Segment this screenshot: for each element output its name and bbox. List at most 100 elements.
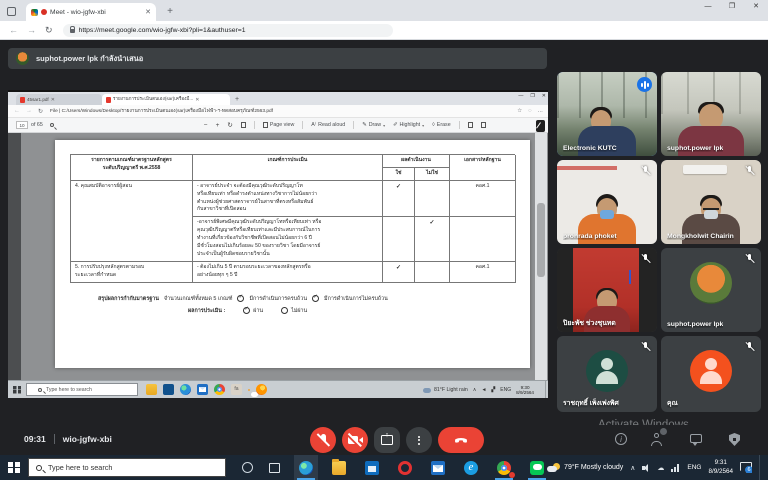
shared-screen[interactable]: 45sar1.pdf ✕ รายงานการประเมินตนเอง(sar)เ… [8, 90, 548, 398]
url-field[interactable]: https://meet.google.com/wio-jgfw-xbi?pli… [63, 24, 393, 37]
maximize-button[interactable]: ❐ [720, 0, 744, 14]
action-center-icon[interactable]: 6 [740, 462, 752, 473]
opera-taskbar-button[interactable] [393, 455, 417, 480]
browser-tab-meet[interactable]: Meet - wio-jgfw-xbi ✕ [26, 3, 156, 21]
inner-firefox-icon[interactable] [256, 384, 267, 395]
participant-tile[interactable]: suphot.power lpk [661, 248, 761, 332]
inner-show-desktop[interactable] [545, 380, 548, 398]
pdf-viewer[interactable]: รายการตามเกณฑ์มาตรฐานหลักสูตร ระดับปริญญ… [8, 133, 548, 382]
inner-favorites-icon[interactable]: ☆ [517, 108, 522, 114]
zoom-out-icon[interactable]: − [204, 122, 208, 129]
onedrive-icon[interactable]: ☁ [657, 464, 664, 472]
store-taskbar-button[interactable] [360, 455, 384, 480]
print-icon[interactable] [468, 122, 473, 128]
participant-tile[interactable]: Electronic KUTC [557, 72, 657, 156]
end-call-button[interactable] [438, 427, 484, 453]
inner-forward-icon[interactable]: → [26, 108, 32, 114]
pdf-scrollbar[interactable] [535, 133, 547, 382]
language-indicator[interactable]: ENG [687, 464, 701, 471]
mail-taskbar-button[interactable] [426, 455, 450, 480]
inner-menu-icon[interactable]: … [538, 108, 544, 114]
inner-url-text[interactable]: File | C:/Users/Windows/Desktop/รายงานกา… [50, 107, 430, 115]
pdf-sidebar-strip[interactable] [8, 133, 21, 382]
mic-toggle-button[interactable] [310, 427, 336, 453]
new-tab-button[interactable]: + [164, 6, 176, 18]
host-controls-button[interactable] [728, 433, 742, 447]
inner-app-icon[interactable]: fa [231, 384, 242, 395]
inner-start-button[interactable] [13, 386, 21, 394]
page-view-button[interactable]: Page view [263, 122, 294, 128]
chat-button[interactable] [690, 433, 704, 447]
read-aloud-button[interactable]: A⁾Read aloud [311, 122, 345, 128]
start-button[interactable] [8, 462, 20, 474]
line-taskbar-button[interactable] [525, 455, 549, 480]
network-icon[interactable] [671, 464, 680, 472]
taskbar-clock[interactable]: 9:318/9/2564 [708, 459, 733, 475]
inner-tab-1-close-icon[interactable]: ✕ [51, 97, 55, 103]
inner-maximize-button[interactable]: ❐ [530, 93, 534, 99]
more-options-button[interactable] [406, 427, 432, 453]
explorer-taskbar-button[interactable] [327, 455, 351, 480]
edge-taskbar-button[interactable] [294, 455, 318, 480]
inner-chrome-icon[interactable] [214, 384, 225, 395]
inner-line-active-highlight[interactable] [248, 389, 250, 391]
zoom-in-icon[interactable]: + [216, 122, 220, 129]
inner-search-box[interactable]: Type here to search [26, 383, 138, 396]
inner-explorer-icon[interactable] [146, 384, 157, 395]
close-button[interactable]: ✕ [744, 0, 768, 14]
forward-icon[interactable]: → [27, 25, 36, 35]
inner-tab-2-active[interactable]: รายงานการประเมินตนเอง(sar)เครื่องมื... ✕ [102, 94, 230, 105]
minimize-button[interactable]: — [696, 0, 720, 14]
inner-language-label[interactable]: ENG [500, 387, 511, 393]
ie-taskbar-button[interactable]: e [459, 455, 483, 480]
volume-icon[interactable] [642, 464, 650, 472]
inner-weather[interactable]: 81°F Light rain [423, 387, 468, 393]
inner-refresh-icon[interactable]: ↻ [38, 108, 43, 115]
page-number-field[interactable]: 10 [16, 121, 28, 129]
pen-tool-button[interactable] [536, 120, 545, 132]
scrollbar-thumb[interactable] [537, 203, 545, 278]
inner-tray-chevron-icon[interactable]: ∧ [473, 387, 477, 393]
task-view-button[interactable] [269, 463, 280, 473]
tab-search-icon[interactable] [7, 7, 16, 16]
rotate-icon[interactable]: ↻ [227, 121, 232, 129]
inner-edge-icon[interactable] [180, 384, 191, 395]
camera-toggle-button[interactable] [342, 427, 368, 453]
inner-close-button[interactable]: ✕ [542, 93, 546, 99]
inner-minimize-button[interactable]: — [518, 93, 523, 99]
participant-tile[interactable]: ปิยะพัช ช่วงชุนทด [557, 248, 657, 332]
draw-button[interactable]: ✎Draw▾ [362, 122, 385, 128]
inner-volume-icon[interactable]: ◄ [481, 387, 486, 393]
participant-tile[interactable]: คุณ [661, 336, 761, 412]
show-desktop-button[interactable] [759, 455, 762, 480]
weather-widget[interactable]: 79°F Mostly cloudy [547, 463, 623, 472]
inner-profile-icon[interactable]: ◌ [528, 108, 531, 114]
inner-tab-1[interactable]: 45sar1.pdf ✕ [16, 94, 102, 105]
highlight-button[interactable]: ✐Highlight▾ [393, 122, 424, 128]
back-icon[interactable]: ← [9, 25, 18, 35]
participant-tile[interactable]: Mongkholwit Chairin [661, 160, 761, 244]
inner-store-icon[interactable] [163, 384, 174, 395]
inner-network-icon[interactable]: ▞ [491, 387, 495, 393]
inner-new-tab-button[interactable]: + [235, 96, 239, 103]
tray-chevron-icon[interactable]: ∧ [630, 464, 635, 472]
erase-button[interactable]: ◊Erase [432, 122, 450, 128]
present-button[interactable]: ↑ [374, 427, 400, 453]
refresh-icon[interactable]: ↻ [45, 25, 53, 36]
fit-page-icon[interactable] [241, 122, 246, 128]
inner-tab-2-close-icon[interactable]: ✕ [195, 97, 199, 103]
cortana-button[interactable] [242, 462, 253, 473]
participants-button[interactable] [650, 433, 664, 447]
inner-clock[interactable]: 9:308/9/2564 [516, 385, 534, 396]
pdf-search-icon[interactable] [50, 123, 54, 127]
inner-back-icon[interactable]: ← [14, 108, 20, 114]
taskbar-search-box[interactable]: Type here to search [28, 458, 226, 477]
participant-tile[interactable]: ราชฤทธิ์ เพ็งเพ่งพิศ [557, 336, 657, 412]
inner-mail-icon[interactable] [197, 384, 208, 395]
save-icon[interactable] [481, 122, 486, 128]
chrome-taskbar-button[interactable] [492, 455, 516, 480]
meeting-details-button[interactable]: i [615, 433, 627, 445]
tab-close-icon[interactable]: ✕ [145, 8, 151, 16]
participant-tile[interactable]: pronrada phoket [557, 160, 657, 244]
participant-tile[interactable]: suphot.power lpk [661, 72, 761, 156]
